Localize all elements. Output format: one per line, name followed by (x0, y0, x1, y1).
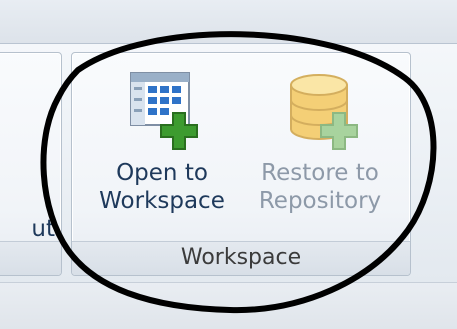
table-add-icon (130, 72, 198, 150)
restore-label-line-2: Repository (258, 188, 382, 214)
ribbon-group-partial: ut on (0, 52, 62, 276)
open-to-workspace-button[interactable]: Open to Workspace (86, 61, 238, 235)
workspace-group-label: Workspace (72, 241, 410, 275)
ribbon-group-workspace: Open to Workspace Restore to Repository … (71, 52, 411, 276)
partial-label-line-1: ut (31, 216, 55, 242)
database-add-icon (290, 74, 358, 150)
restore-label-line-1: Restore to (261, 160, 379, 186)
open-to-workspace-label: Open to Workspace (86, 159, 238, 215)
restore-to-repository-label: Restore to Repository (242, 159, 398, 215)
restore-to-repository-button[interactable]: Restore to Repository (242, 61, 398, 235)
ribbon-tab-strip (0, 0, 457, 44)
ribbon-bottom-area (0, 282, 457, 329)
open-label-line-1: Open to (116, 160, 208, 186)
partial-group-label (0, 241, 61, 275)
open-label-line-2: Workspace (99, 188, 225, 214)
